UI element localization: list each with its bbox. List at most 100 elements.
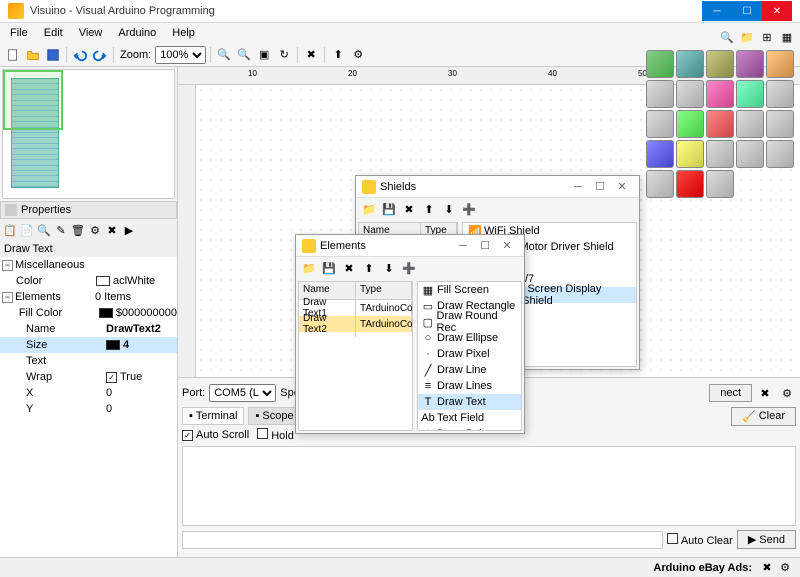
dialog-minimize-icon[interactable]: ─ xyxy=(567,181,589,193)
dialog-minimize-icon[interactable]: ─ xyxy=(452,240,474,252)
palette-item[interactable] xyxy=(646,80,674,108)
dlg-tool-up[interactable]: ⬆ xyxy=(420,200,438,218)
list-item[interactable]: Draw Text2 TArduinoColo xyxy=(299,316,412,332)
catalog-item[interactable]: ·Draw Pixel xyxy=(418,346,521,362)
settings-button[interactable]: ⚙ xyxy=(349,46,367,64)
delete-button[interactable]: ✖ xyxy=(302,46,320,64)
minimize-button[interactable]: ─ xyxy=(702,1,732,21)
dlg-tool-up[interactable]: ⬆ xyxy=(360,259,378,277)
dialog-close-icon[interactable]: ✕ xyxy=(611,180,633,193)
palette-tool-4[interactable]: ▦ xyxy=(778,28,796,46)
refresh-button[interactable]: ↻ xyxy=(275,46,293,64)
menu-view[interactable]: View xyxy=(73,25,109,41)
catalog-item[interactable]: TDraw Text xyxy=(418,394,521,410)
palette-item[interactable] xyxy=(706,140,734,168)
palette-item[interactable] xyxy=(706,50,734,78)
save-button[interactable] xyxy=(44,46,62,64)
palette-item[interactable] xyxy=(736,80,764,108)
upload-button[interactable]: ⬆ xyxy=(329,46,347,64)
menu-arduino[interactable]: Arduino xyxy=(112,25,162,41)
dlg-tool-save[interactable]: 💾 xyxy=(380,200,398,218)
new-button[interactable] xyxy=(4,46,22,64)
palette-item[interactable] xyxy=(736,50,764,78)
conn-close-icon[interactable]: ✖ xyxy=(756,384,774,402)
catalog-item[interactable]: ▢Draw Round Rec xyxy=(418,314,521,330)
prop-y[interactable]: Y 0 xyxy=(0,401,177,417)
catalog-item[interactable]: ⬠Draw Polygon xyxy=(418,426,521,431)
dlg-tool-del[interactable]: ✖ xyxy=(400,200,418,218)
dlg-tool-del[interactable]: ✖ xyxy=(340,259,358,277)
dialog-close-icon[interactable]: ✕ xyxy=(496,239,518,252)
close-button[interactable]: ✕ xyxy=(762,1,792,21)
palette-item[interactable] xyxy=(646,140,674,168)
auto-clear-checkbox[interactable]: Auto Clear xyxy=(667,533,733,547)
prop-elements[interactable]: − Elements 0 Items xyxy=(0,289,177,305)
prop-name[interactable]: Name DrawText2 xyxy=(0,321,177,337)
tab-terminal[interactable]: ▪Terminal xyxy=(182,407,244,425)
prop-tool-5[interactable]: 🗑 xyxy=(70,222,86,238)
dlg-tool-add[interactable]: ➕ xyxy=(400,259,418,277)
hold-checkbox[interactable]: Hold xyxy=(257,428,294,442)
port-select[interactable]: COM5 (L xyxy=(209,384,276,402)
prop-size[interactable]: Size 4 xyxy=(0,337,177,353)
dialog-titlebar[interactable]: Elements ─ ☐ ✕ xyxy=(296,235,524,257)
dialog-maximize-icon[interactable]: ☐ xyxy=(589,180,611,193)
prop-wrap[interactable]: Wrap ✓True xyxy=(0,369,177,385)
prop-tool-4[interactable]: ✎ xyxy=(53,222,69,238)
conn-gear-icon[interactable]: ⚙ xyxy=(778,384,796,402)
dlg-tool-open[interactable]: 📁 xyxy=(300,259,318,277)
zoom-fit-button[interactable]: ▣ xyxy=(255,46,273,64)
menu-file[interactable]: File xyxy=(4,25,34,41)
prop-tool-2[interactable]: 📄 xyxy=(19,222,35,238)
palette-tool-1[interactable]: 🔍 xyxy=(718,28,736,46)
prop-color[interactable]: Color aclWhite xyxy=(0,273,177,289)
open-button[interactable] xyxy=(24,46,42,64)
prop-group-misc[interactable]: − Miscellaneous xyxy=(0,257,177,273)
catalog-item[interactable]: AbText Field xyxy=(418,410,521,426)
palette-item[interactable] xyxy=(736,110,764,138)
palette-tool-3[interactable]: ⊞ xyxy=(758,28,776,46)
palette-item[interactable] xyxy=(646,170,674,198)
dlg-tool-save[interactable]: 💾 xyxy=(320,259,338,277)
preview-viewport[interactable] xyxy=(3,70,63,130)
palette-item[interactable] xyxy=(676,80,704,108)
auto-scroll-checkbox[interactable]: ✓Auto Scroll xyxy=(182,429,249,441)
prop-x[interactable]: X 0 xyxy=(0,385,177,401)
send-button[interactable]: ▶Send xyxy=(737,530,796,549)
clear-button[interactable]: 🧹Clear xyxy=(731,407,796,426)
dlg-tool-add[interactable]: ➕ xyxy=(460,200,478,218)
prop-tool-3[interactable]: 🔍 xyxy=(36,222,52,238)
zoom-out-button[interactable]: 🔍 xyxy=(235,46,253,64)
prop-tool-6[interactable]: ⚙ xyxy=(87,222,103,238)
palette-item[interactable] xyxy=(766,110,794,138)
menu-help[interactable]: Help xyxy=(166,25,201,41)
prop-text[interactable]: Text xyxy=(0,353,177,369)
catalog-item[interactable]: ≡Draw Lines xyxy=(418,378,521,394)
dlg-tool-open[interactable]: 📁 xyxy=(360,200,378,218)
palette-item[interactable] xyxy=(676,140,704,168)
maximize-button[interactable]: ☐ xyxy=(732,1,762,21)
collapse-icon[interactable]: − xyxy=(2,292,13,303)
prop-tool-7[interactable]: ✖ xyxy=(104,222,120,238)
tab-scope[interactable]: ▪Scope xyxy=(248,407,300,425)
dlg-tool-down[interactable]: ⬇ xyxy=(380,259,398,277)
menu-edit[interactable]: Edit xyxy=(38,25,69,41)
palette-item[interactable] xyxy=(646,110,674,138)
zoom-in-button[interactable]: 🔍 xyxy=(215,46,233,64)
terminal-input[interactable] xyxy=(182,531,663,549)
dialog-maximize-icon[interactable]: ☐ xyxy=(474,239,496,252)
palette-item[interactable] xyxy=(766,80,794,108)
dialog-titlebar[interactable]: Shields ─ ☐ ✕ xyxy=(356,176,639,198)
palette-item[interactable] xyxy=(676,50,704,78)
palette-item[interactable] xyxy=(676,110,704,138)
prop-tool-1[interactable]: 📋 xyxy=(2,222,18,238)
palette-item[interactable] xyxy=(736,140,764,168)
catalog-item[interactable]: ▦Fill Screen xyxy=(418,282,521,298)
connect-button[interactable]: nect xyxy=(709,384,752,402)
collapse-icon[interactable]: − xyxy=(2,260,13,271)
redo-button[interactable] xyxy=(91,46,109,64)
status-gear-icon[interactable]: ⚙ xyxy=(776,559,794,577)
catalog-item[interactable]: ╱Draw Line xyxy=(418,362,521,378)
prop-tool-8[interactable]: ▶ xyxy=(121,222,137,238)
zoom-select[interactable]: 100% xyxy=(155,46,206,64)
